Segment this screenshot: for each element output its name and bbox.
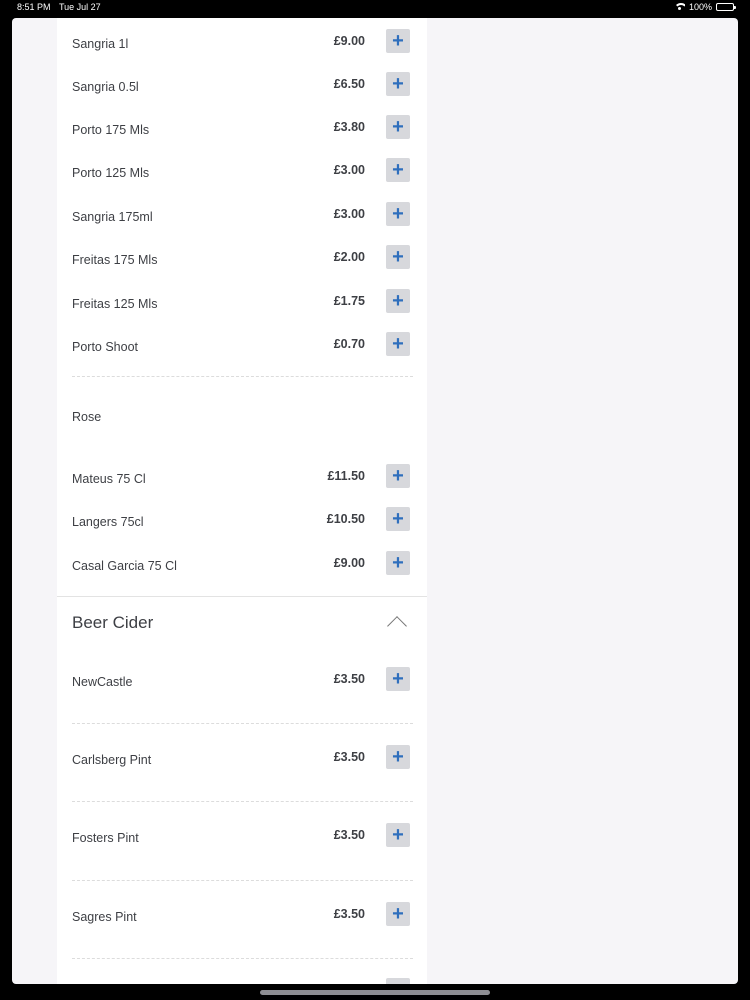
- item-price: £9.00: [333, 556, 365, 570]
- menu-item: Porto 175 Mls £3.80 +: [57, 107, 427, 151]
- add-button[interactable]: +: [386, 745, 410, 769]
- menu-item: +: [57, 970, 427, 984]
- divider: [72, 880, 413, 881]
- divider: [72, 723, 413, 724]
- menu-item: Porto 125 Mls £3.00 +: [57, 150, 427, 194]
- add-button[interactable]: +: [386, 507, 410, 531]
- menu-item: Carlsberg Pint £3.50 +: [57, 737, 427, 781]
- menu-item: Freitas 125 Mls £1.75 +: [57, 281, 427, 325]
- menu-item: Sagres Pint £3.50 +: [57, 894, 427, 938]
- add-button[interactable]: +: [386, 902, 410, 926]
- item-price: £10.50: [326, 512, 365, 526]
- battery-percent: 100%: [688, 2, 712, 12]
- menu-panel[interactable]: Sangria 1l £9.00 + Sangria 0.5l £6.50 + …: [57, 18, 427, 984]
- item-price: £9.00: [333, 34, 365, 48]
- battery-icon: [716, 3, 736, 11]
- item-name: Fosters Pint: [72, 831, 139, 845]
- menu-item: Porto Shoot £0.70 +: [57, 324, 427, 368]
- add-button[interactable]: +: [386, 823, 410, 847]
- divider: [72, 376, 413, 377]
- item-name: Sangria 0.5l: [72, 80, 139, 94]
- add-button[interactable]: +: [386, 115, 410, 139]
- status-right: 100%: [674, 2, 736, 12]
- add-button[interactable]: +: [386, 978, 410, 984]
- item-price: £3.80: [333, 120, 365, 134]
- add-button[interactable]: +: [386, 202, 410, 226]
- menu-item: Sangria 175ml £3.00 +: [57, 194, 427, 238]
- divider: [72, 958, 413, 959]
- item-name: Freitas 175 Mls: [72, 253, 158, 267]
- item-price: £3.00: [333, 207, 365, 221]
- item-price: £3.50: [333, 907, 365, 921]
- item-name: Porto Shoot: [72, 340, 139, 354]
- menu-item: Casal Garcia 75 Cl £9.00 +: [57, 543, 427, 587]
- divider: [72, 801, 413, 802]
- home-indicator[interactable]: [260, 990, 490, 995]
- item-price: £6.50: [333, 77, 365, 91]
- add-button[interactable]: +: [386, 158, 410, 182]
- item-name: Sagres Pint: [72, 910, 137, 924]
- add-button[interactable]: +: [386, 29, 410, 53]
- item-price: £3.00: [333, 163, 365, 177]
- menu-item: Sangria 0.5l £6.50 +: [57, 64, 427, 108]
- item-price: £0.70: [333, 337, 365, 351]
- item-price: £2.00: [333, 250, 365, 264]
- menu-item: Fosters Pint £3.50 +: [57, 815, 427, 859]
- wifi-icon: [674, 3, 685, 11]
- item-name: Sangria 1l: [72, 37, 129, 51]
- menu-item: Langers 75cl £10.50 +: [57, 499, 427, 543]
- add-button[interactable]: +: [386, 332, 410, 356]
- menu-item: Sangria 1l £9.00 +: [57, 21, 427, 65]
- item-name: Freitas 125 Mls: [72, 297, 158, 311]
- status-time: 8:51 PM: [17, 2, 51, 12]
- add-button[interactable]: +: [386, 72, 410, 96]
- item-name: Carlsberg Pint: [72, 753, 152, 767]
- item-name: NewCastle: [72, 675, 133, 689]
- add-button[interactable]: +: [386, 464, 410, 488]
- item-name: Mateus 75 Cl: [72, 472, 146, 486]
- item-name: Langers 75cl: [72, 515, 144, 529]
- add-button[interactable]: +: [386, 245, 410, 269]
- item-name: Sangria 175ml: [72, 210, 153, 224]
- chevron-up-icon[interactable]: [387, 616, 407, 636]
- add-button[interactable]: +: [386, 551, 410, 575]
- item-price: £3.50: [333, 672, 365, 686]
- item-price: £3.50: [333, 750, 365, 764]
- menu-item: Mateus 75 Cl £11.50 +: [57, 456, 427, 500]
- item-name: Porto 125 Mls: [72, 166, 150, 180]
- item-price: £11.50: [327, 469, 365, 483]
- item-name: Casal Garcia 75 Cl: [72, 559, 177, 573]
- status-bar: 8:51 PM Tue Jul 27 100%: [0, 0, 750, 16]
- section-title-beer-cider[interactable]: Beer Cider: [72, 613, 153, 633]
- item-name: Porto 175 Mls: [72, 123, 150, 137]
- app-screen: Sangria 1l £9.00 + Sangria 0.5l £6.50 + …: [12, 18, 738, 984]
- add-button[interactable]: +: [386, 289, 410, 313]
- section-divider: [57, 596, 427, 597]
- menu-item: NewCastle £3.50 +: [57, 659, 427, 703]
- rose-heading: Rose: [72, 410, 102, 424]
- item-price: £1.75: [333, 294, 365, 308]
- add-button[interactable]: +: [386, 667, 410, 691]
- menu-item: Freitas 175 Mls £2.00 +: [57, 237, 427, 281]
- status-date: Tue Jul 27: [59, 2, 101, 12]
- item-price: £3.50: [333, 828, 365, 842]
